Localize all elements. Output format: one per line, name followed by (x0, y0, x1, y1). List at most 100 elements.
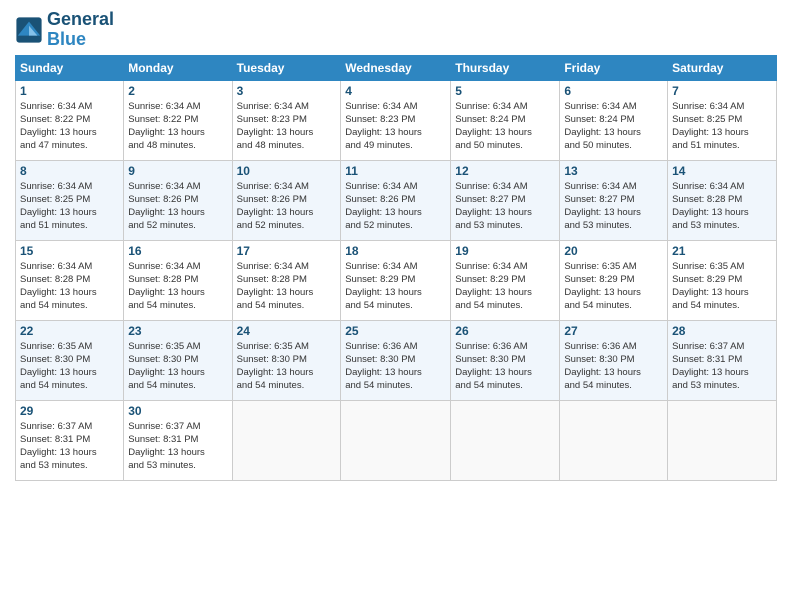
header: GeneralBlue (15, 10, 777, 50)
day-info: Sunrise: 6:34 AM Sunset: 8:28 PM Dayligh… (20, 260, 119, 313)
calendar-cell: 11Sunrise: 6:34 AM Sunset: 8:26 PM Dayli… (341, 160, 451, 240)
day-info: Sunrise: 6:36 AM Sunset: 8:30 PM Dayligh… (564, 340, 663, 393)
day-number: 3 (237, 84, 337, 98)
calendar-cell (232, 400, 341, 480)
day-info: Sunrise: 6:34 AM Sunset: 8:22 PM Dayligh… (128, 100, 227, 153)
calendar-cell: 5 Sunrise: 6:34 AM Sunset: 8:24 PM Daylig… (451, 80, 560, 160)
day-number: 29 (20, 404, 119, 418)
calendar-cell: 8 Sunrise: 6:34 AM Sunset: 8:25 PM Daylig… (16, 160, 124, 240)
day-number: 12 (455, 164, 555, 178)
day-info: Sunrise: 6:35 AM Sunset: 8:30 PM Dayligh… (237, 340, 337, 393)
weekday-header-friday: Friday (560, 55, 668, 80)
day-number: 9 (128, 164, 227, 178)
day-info: Sunrise: 6:36 AM Sunset: 8:30 PM Dayligh… (455, 340, 555, 393)
day-number: 18 (345, 244, 446, 258)
calendar-table: SundayMondayTuesdayWednesdayThursdayFrid… (15, 55, 777, 481)
calendar-cell: 25 Sunrise: 6:36 AM Sunset: 8:30 PM Dayli… (341, 320, 451, 400)
day-info: Sunrise: 6:34 AM Sunset: 8:29 PM Dayligh… (455, 260, 555, 313)
calendar-cell: 14 Sunrise: 6:34 AM Sunset: 8:28 PM Dayli… (668, 160, 777, 240)
calendar-cell (668, 400, 777, 480)
calendar-cell: 12Sunrise: 6:34 AM Sunset: 8:27 PM Dayli… (451, 160, 560, 240)
day-number: 10 (237, 164, 337, 178)
calendar-cell: 6 Sunrise: 6:34 AM Sunset: 8:24 PM Daylig… (560, 80, 668, 160)
logo: GeneralBlue (15, 10, 114, 50)
day-number: 20 (564, 244, 663, 258)
calendar-cell: 30 Sunrise: 6:37 AM Sunset: 8:31 PM Dayli… (124, 400, 232, 480)
day-info: Sunrise: 6:37 AM Sunset: 8:31 PM Dayligh… (672, 340, 772, 393)
calendar-week-row: 8 Sunrise: 6:34 AM Sunset: 8:25 PM Daylig… (16, 160, 777, 240)
weekday-header-tuesday: Tuesday (232, 55, 341, 80)
day-number: 11 (345, 164, 446, 178)
calendar-week-row: 22 Sunrise: 6:35 AM Sunset: 8:30 PM Dayli… (16, 320, 777, 400)
calendar-cell: 4 Sunrise: 6:34 AM Sunset: 8:23 PM Daylig… (341, 80, 451, 160)
calendar-cell (560, 400, 668, 480)
day-number: 27 (564, 324, 663, 338)
day-number: 17 (237, 244, 337, 258)
day-info: Sunrise: 6:34 AM Sunset: 8:28 PM Dayligh… (237, 260, 337, 313)
day-info: Sunrise: 6:34 AM Sunset: 8:28 PM Dayligh… (672, 180, 772, 233)
day-number: 5 (455, 84, 555, 98)
weekday-header-row: SundayMondayTuesdayWednesdayThursdayFrid… (16, 55, 777, 80)
day-info: Sunrise: 6:34 AM Sunset: 8:25 PM Dayligh… (20, 180, 119, 233)
calendar-cell: 26 Sunrise: 6:36 AM Sunset: 8:30 PM Dayli… (451, 320, 560, 400)
weekday-header-sunday: Sunday (16, 55, 124, 80)
calendar-cell: 18 Sunrise: 6:34 AM Sunset: 8:29 PM Dayli… (341, 240, 451, 320)
calendar-week-row: 15 Sunrise: 6:34 AM Sunset: 8:28 PM Dayli… (16, 240, 777, 320)
day-info: Sunrise: 6:34 AM Sunset: 8:23 PM Dayligh… (345, 100, 446, 153)
weekday-header-thursday: Thursday (451, 55, 560, 80)
day-number: 13 (564, 164, 663, 178)
day-info: Sunrise: 6:37 AM Sunset: 8:31 PM Dayligh… (128, 420, 227, 473)
day-info: Sunrise: 6:34 AM Sunset: 8:25 PM Dayligh… (672, 100, 772, 153)
day-info: Sunrise: 6:34 AM Sunset: 8:26 PM Dayligh… (128, 180, 227, 233)
calendar-cell: 2 Sunrise: 6:34 AM Sunset: 8:22 PM Daylig… (124, 80, 232, 160)
page-container: GeneralBlue SundayMondayTuesdayWednesday… (0, 0, 792, 491)
calendar-week-row: 29 Sunrise: 6:37 AM Sunset: 8:31 PM Dayli… (16, 400, 777, 480)
day-number: 28 (672, 324, 772, 338)
day-info: Sunrise: 6:34 AM Sunset: 8:29 PM Dayligh… (345, 260, 446, 313)
day-number: 25 (345, 324, 446, 338)
calendar-cell: 15 Sunrise: 6:34 AM Sunset: 8:28 PM Dayli… (16, 240, 124, 320)
calendar-cell: 7Sunrise: 6:34 AM Sunset: 8:25 PM Daylig… (668, 80, 777, 160)
day-number: 22 (20, 324, 119, 338)
calendar-cell (451, 400, 560, 480)
day-number: 24 (237, 324, 337, 338)
day-info: Sunrise: 6:35 AM Sunset: 8:29 PM Dayligh… (564, 260, 663, 313)
calendar-cell: 28 Sunrise: 6:37 AM Sunset: 8:31 PM Dayli… (668, 320, 777, 400)
day-number: 19 (455, 244, 555, 258)
calendar-cell: 20 Sunrise: 6:35 AM Sunset: 8:29 PM Dayli… (560, 240, 668, 320)
calendar-cell: 17 Sunrise: 6:34 AM Sunset: 8:28 PM Dayli… (232, 240, 341, 320)
day-info: Sunrise: 6:34 AM Sunset: 8:22 PM Dayligh… (20, 100, 119, 153)
calendar-cell: 3 Sunrise: 6:34 AM Sunset: 8:23 PM Daylig… (232, 80, 341, 160)
day-info: Sunrise: 6:35 AM Sunset: 8:29 PM Dayligh… (672, 260, 772, 313)
day-info: Sunrise: 6:34 AM Sunset: 8:28 PM Dayligh… (128, 260, 227, 313)
calendar-cell: 27 Sunrise: 6:36 AM Sunset: 8:30 PM Dayli… (560, 320, 668, 400)
day-number: 8 (20, 164, 119, 178)
day-number: 1 (20, 84, 119, 98)
day-info: Sunrise: 6:35 AM Sunset: 8:30 PM Dayligh… (128, 340, 227, 393)
calendar-cell: 22 Sunrise: 6:35 AM Sunset: 8:30 PM Dayli… (16, 320, 124, 400)
calendar-cell: 24 Sunrise: 6:35 AM Sunset: 8:30 PM Dayli… (232, 320, 341, 400)
calendar-cell: 1 Sunrise: 6:34 AM Sunset: 8:22 PM Daylig… (16, 80, 124, 160)
calendar-week-row: 1 Sunrise: 6:34 AM Sunset: 8:22 PM Daylig… (16, 80, 777, 160)
day-number: 14 (672, 164, 772, 178)
calendar-cell: 9 Sunrise: 6:34 AM Sunset: 8:26 PM Daylig… (124, 160, 232, 240)
calendar-cell: 16 Sunrise: 6:34 AM Sunset: 8:28 PM Dayli… (124, 240, 232, 320)
day-number: 26 (455, 324, 555, 338)
day-number: 15 (20, 244, 119, 258)
day-info: Sunrise: 6:36 AM Sunset: 8:30 PM Dayligh… (345, 340, 446, 393)
day-info: Sunrise: 6:35 AM Sunset: 8:30 PM Dayligh… (20, 340, 119, 393)
calendar-cell: 23Sunrise: 6:35 AM Sunset: 8:30 PM Dayli… (124, 320, 232, 400)
logo-icon (15, 16, 43, 44)
calendar-cell (341, 400, 451, 480)
day-number: 2 (128, 84, 227, 98)
day-number: 4 (345, 84, 446, 98)
day-info: Sunrise: 6:34 AM Sunset: 8:26 PM Dayligh… (237, 180, 337, 233)
day-number: 21 (672, 244, 772, 258)
day-number: 6 (564, 84, 663, 98)
day-number: 30 (128, 404, 227, 418)
day-number: 16 (128, 244, 227, 258)
day-info: Sunrise: 6:34 AM Sunset: 8:23 PM Dayligh… (237, 100, 337, 153)
day-info: Sunrise: 6:34 AM Sunset: 8:24 PM Dayligh… (455, 100, 555, 153)
logo-text: GeneralBlue (47, 10, 114, 50)
day-info: Sunrise: 6:34 AM Sunset: 8:24 PM Dayligh… (564, 100, 663, 153)
